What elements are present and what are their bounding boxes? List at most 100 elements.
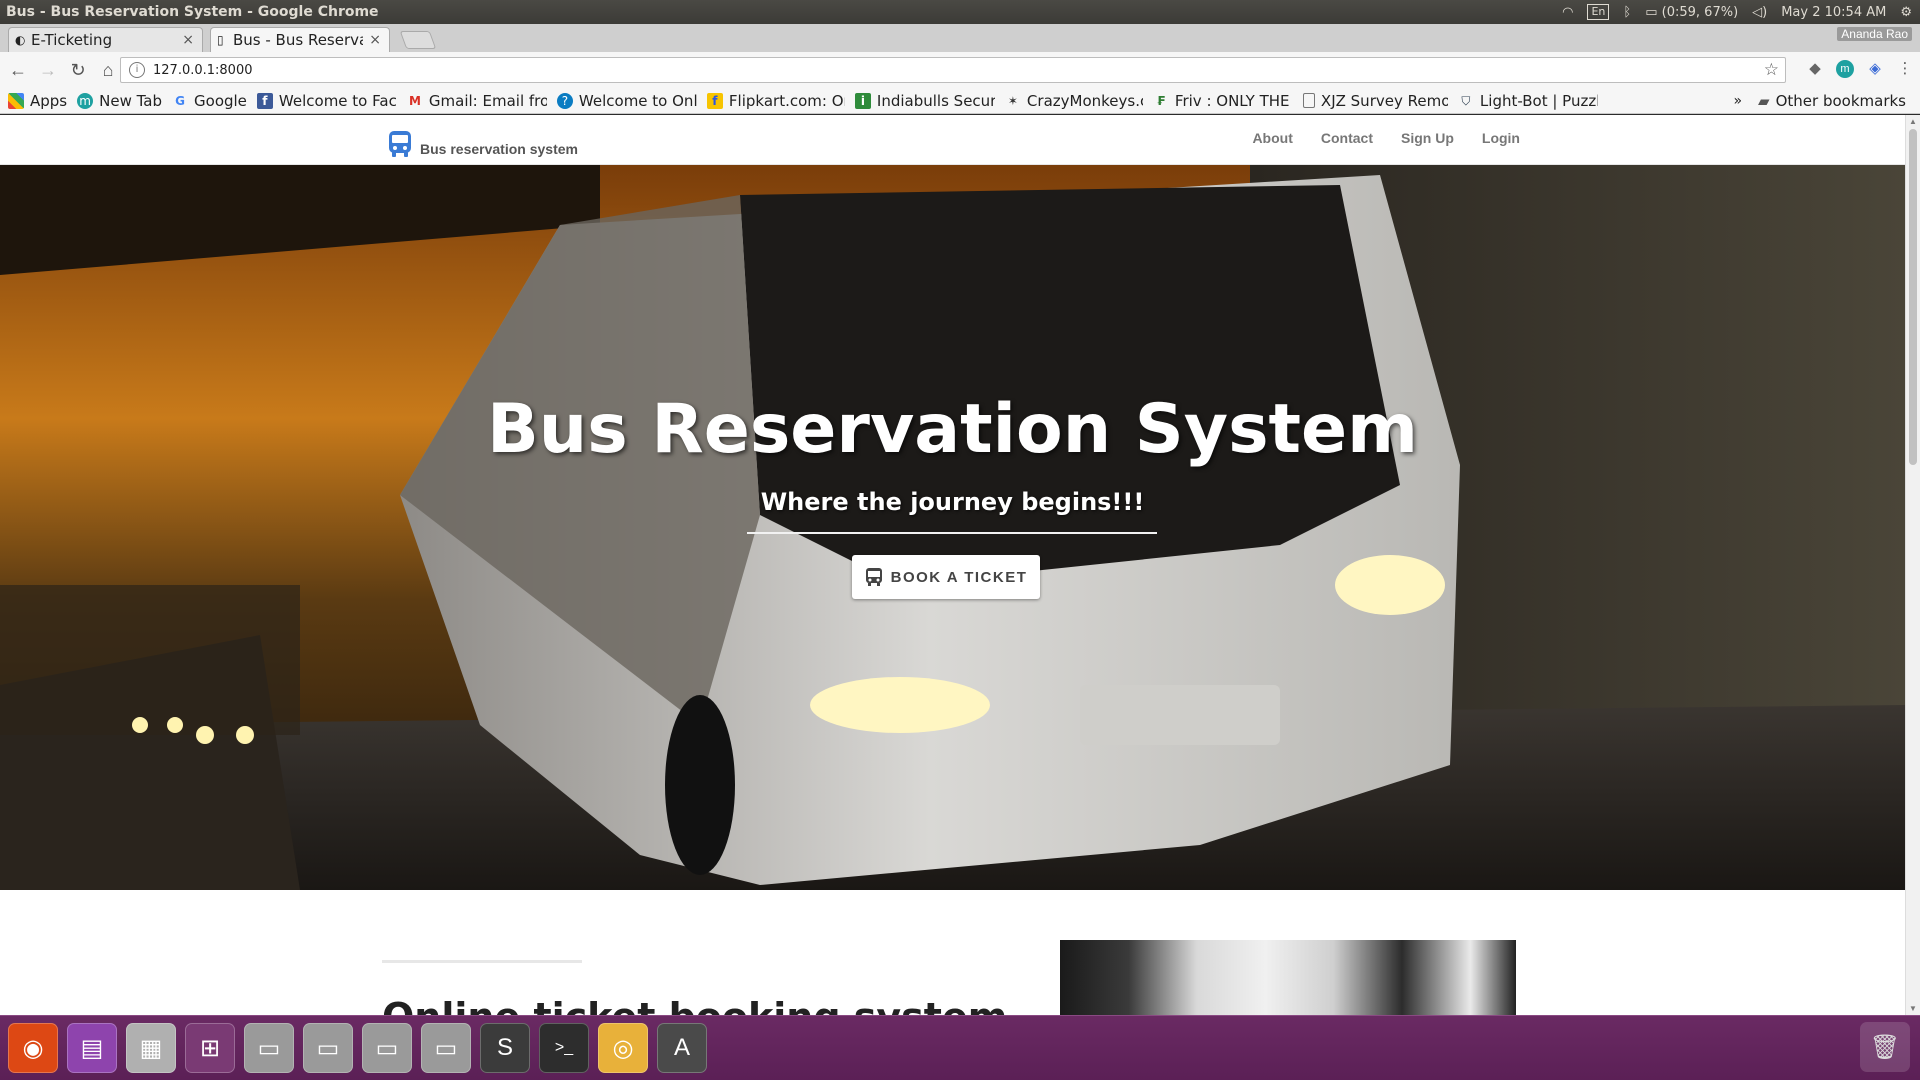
software-updater-icon[interactable]: A — [657, 1023, 707, 1073]
newtab-icon: m — [77, 92, 94, 109]
bookmark-flipkart[interactable]: f Flipkart.com: On — [706, 91, 845, 110]
hero-divider — [747, 532, 1157, 534]
battery-indicator[interactable]: ▭ (0:59, 67%) — [1645, 5, 1738, 20]
bookmark-xjz-survey[interactable]: XJZ Survey Remo — [1302, 91, 1448, 110]
bookmark-gmail[interactable]: M Gmail: Email fron — [407, 92, 547, 110]
profile-name[interactable]: Ananda Rao — [1837, 27, 1912, 41]
bookmark-label: Friv : ONLY THE V — [1174, 91, 1293, 110]
settings-gear-icon[interactable]: ⚙ — [1900, 5, 1912, 20]
disk-icon[interactable]: ▭ — [303, 1023, 353, 1073]
reload-icon[interactable]: ↻ — [66, 58, 90, 82]
volume-icon[interactable]: ◁) — [1752, 5, 1767, 20]
bookmark-apps[interactable]: Apps — [8, 92, 67, 110]
page-viewport: Bus reservation system About Contact Sig… — [0, 115, 1905, 1015]
globe-icon: ? — [556, 92, 573, 109]
extension-bookmark-icon[interactable]: ◈ — [1866, 60, 1884, 78]
bluetooth-icon[interactable]: ᛒ — [1623, 5, 1631, 20]
files-icon[interactable]: ▤ — [67, 1023, 117, 1073]
tab-label: Bus - Bus Reservati — [233, 31, 363, 49]
unity-launcher: ◉ ▤ ▦ ⊞ ▭ ▭ ▭ ▭ S >_ ◎ A 🗑 — [0, 1015, 1920, 1080]
hero-subtitle: Where the journey begins!!! — [760, 488, 1145, 516]
browser-toolbar: ← → ↻ ⌂ i 127.0.0.1:8000 ☆ ◆ m ◈ ⋮ — [0, 52, 1920, 88]
battery-icon: ▭ — [1645, 4, 1658, 20]
bookmark-welcome-online[interactable]: ? Welcome to Onli — [556, 91, 697, 110]
new-tab-button[interactable] — [399, 31, 437, 49]
address-bar[interactable]: i 127.0.0.1:8000 ☆ — [120, 57, 1786, 83]
back-arrow-icon[interactable]: ← — [6, 58, 30, 82]
trash-icon[interactable]: 🗑 — [1860, 1022, 1910, 1072]
book-button-label: BOOK A TICKET — [890, 568, 1028, 586]
info-icon[interactable]: i — [129, 62, 145, 78]
hero-section: Bus Reservation System Where the journey… — [0, 165, 1905, 890]
nav-contact-link[interactable]: Contact — [1321, 130, 1373, 146]
wifi-icon[interactable]: ◠ — [1562, 5, 1573, 20]
scroll-up-arrow-icon[interactable]: ▲ — [1909, 117, 1917, 126]
scroll-down-arrow-icon[interactable]: ▼ — [1909, 1004, 1917, 1013]
workspace-switcher-icon[interactable]: ⊞ — [185, 1023, 235, 1073]
tab-bus-reservation[interactable]: ▯ Bus - Bus Reservati × — [210, 27, 390, 52]
gmail-icon: M — [408, 93, 421, 108]
disk-icon[interactable]: ▭ — [244, 1023, 294, 1073]
bookmark-label: Flipkart.com: On — [728, 91, 845, 110]
bookmark-label: CrazyMonkeys.cc — [1026, 91, 1143, 110]
bookmark-label: Apps — [30, 91, 68, 110]
bookmark-label: New Tab — [99, 91, 163, 110]
system-indicators: ◠ En ᛒ ▭ (0:59, 67%) ◁) May 2 10:54 AM ⚙ — [1562, 4, 1920, 20]
bookmark-label: Light-Bot | Puzzle — [1479, 91, 1598, 110]
nav-about-link[interactable]: About — [1252, 130, 1292, 146]
eticket-icon: ◐ — [15, 33, 26, 47]
bookmark-crazymonkeys[interactable]: ✶ CrazyMonkeys.cc — [1005, 92, 1143, 110]
page-scrollbar[interactable]: ▲ ▼ — [1905, 115, 1920, 1015]
tab-label: E-Ticketing — [31, 31, 113, 49]
flipkart-icon: f — [706, 92, 723, 109]
chrome-icon[interactable]: ◎ — [598, 1023, 648, 1073]
other-bookmarks-folder[interactable]: ▰ Other bookmarks — [1758, 92, 1906, 110]
clock[interactable]: May 2 10:54 AM — [1781, 5, 1886, 20]
disk-icon[interactable]: ▭ — [362, 1023, 412, 1073]
bookmark-facebook[interactable]: f Welcome to Face — [256, 92, 397, 110]
close-icon[interactable]: × — [369, 32, 381, 48]
bookmark-label: Google — [194, 91, 247, 110]
page-icon: ▯ — [217, 33, 224, 47]
keyboard-layout-indicator[interactable]: En — [1587, 4, 1610, 20]
facebook-icon: f — [256, 92, 273, 109]
terminal-icon[interactable]: >_ — [539, 1023, 589, 1073]
tab-eticketing[interactable]: ◐ E-Ticketing × — [8, 27, 203, 52]
bookmark-lightbot[interactable]: ⛉ Light-Bot | Puzzle — [1458, 92, 1598, 110]
battery-text: (0:59, 67%) — [1661, 4, 1739, 20]
close-icon[interactable]: × — [182, 32, 194, 48]
sublime-text-icon[interactable]: S — [480, 1023, 530, 1073]
archive-manager-icon[interactable]: ▦ — [126, 1023, 176, 1073]
url-text[interactable]: 127.0.0.1:8000 — [153, 63, 253, 78]
bookmark-google[interactable]: G Google — [172, 92, 247, 110]
disk-icon[interactable]: ▭ — [421, 1023, 471, 1073]
book-a-ticket-button[interactable]: BOOK A TICKET — [852, 555, 1040, 599]
shield-icon: ⛉ — [1461, 93, 1471, 108]
bookmarks-bar: Apps m New Tab G Google f Welcome to Fac… — [0, 88, 1920, 114]
scrollbar-thumb[interactable] — [1909, 129, 1917, 465]
folder-icon: ▰ — [1758, 91, 1770, 110]
hero-bus-photo — [0, 165, 1905, 890]
bookmark-star-icon[interactable]: ☆ — [1764, 60, 1779, 80]
more-bookmarks-chevron-icon[interactable]: » — [1733, 93, 1742, 109]
bookmark-indiabulls[interactable]: i Indiabulls Securi — [854, 92, 995, 110]
bookmark-friv[interactable]: ₣ Friv : ONLY THE V — [1153, 92, 1293, 110]
extension-icon[interactable]: ◆ — [1806, 60, 1824, 78]
site-navbar: Bus reservation system About Contact Sig… — [0, 115, 1905, 165]
menu-dots-icon[interactable]: ⋮ — [1896, 60, 1914, 78]
bookmark-label: XJZ Survey Remo — [1320, 91, 1448, 110]
bookmark-new-tab[interactable]: m New Tab — [77, 92, 162, 110]
bookmark-label: Welcome to Onli — [578, 91, 697, 110]
indiabulls-icon: i — [854, 92, 871, 109]
nav-login-link[interactable]: Login — [1482, 130, 1520, 146]
ubuntu-dash-icon[interactable]: ◉ — [8, 1023, 58, 1073]
section-image — [1060, 940, 1516, 1015]
site-brand[interactable]: Bus reservation system — [388, 130, 578, 158]
home-icon[interactable]: ⌂ — [96, 58, 120, 82]
extension-m-icon[interactable]: m — [1836, 60, 1854, 78]
other-bookmarks-label: Other bookmarks — [1775, 91, 1906, 110]
forward-arrow-icon[interactable]: → — [36, 58, 60, 82]
window-title: Bus - Bus Reservation System - Google Ch… — [6, 4, 379, 20]
nav-signup-link[interactable]: Sign Up — [1401, 130, 1454, 146]
friv-icon: ₣ — [1156, 93, 1166, 108]
